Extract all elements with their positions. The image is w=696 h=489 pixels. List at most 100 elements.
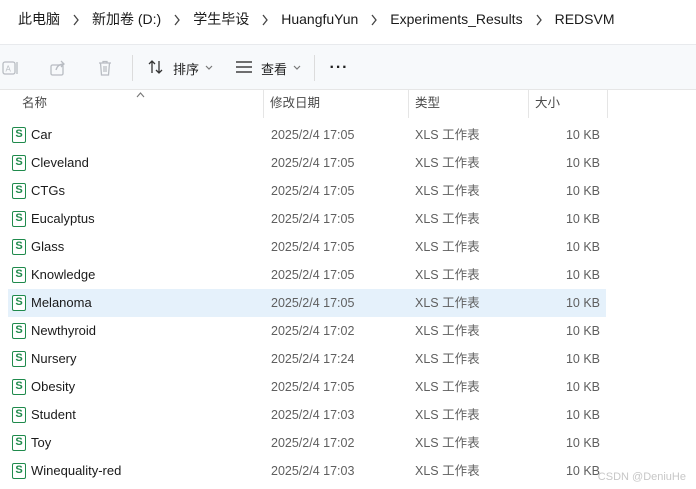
file-row[interactable]: S Melanoma 2025/2/4 17:05 XLS 工作表 10 KB	[8, 289, 606, 317]
file-name: Car	[31, 127, 52, 142]
xls-file-icon: S	[12, 463, 26, 479]
file-row[interactable]: S Winequality-red 2025/2/4 17:03 XLS 工作表 10 …	[8, 457, 606, 485]
view-button[interactable]: 查看	[234, 45, 302, 91]
file-date-modified: 2025/2/4 17:05	[271, 212, 355, 226]
chevron-down-icon	[205, 63, 213, 73]
xls-file-icon: S	[12, 379, 26, 395]
chevron-right-icon[interactable]	[62, 12, 90, 27]
delete-icon[interactable]	[93, 45, 117, 91]
file-size: 10 KB	[565, 268, 600, 282]
xls-file-icon: S	[12, 211, 26, 227]
file-row[interactable]: S Glass 2025/2/4 17:05 XLS 工作表 10 KB	[8, 233, 606, 261]
chevron-right-icon[interactable]	[163, 12, 191, 27]
file-type: XLS 工作表	[415, 296, 480, 310]
file-type: XLS 工作表	[415, 212, 480, 226]
file-size: 10 KB	[565, 436, 600, 450]
file-date-modified: 2025/2/4 17:05	[271, 240, 355, 254]
view-list-icon	[235, 60, 253, 77]
column-header-type[interactable]: 类型	[409, 90, 528, 118]
xls-file-icon: S	[12, 407, 26, 423]
breadcrumb-drive-d[interactable]: 新加卷 (D:)	[90, 9, 163, 29]
file-type: XLS 工作表	[415, 324, 480, 338]
file-type: XLS 工作表	[415, 464, 480, 478]
breadcrumb-folder-student[interactable]: 学生毕设	[191, 9, 251, 29]
sort-icon	[147, 59, 165, 78]
chevron-down-icon	[293, 63, 301, 73]
column-header-name[interactable]: 名称	[16, 90, 262, 118]
file-name: Obesity	[31, 379, 76, 394]
chevron-right-icon[interactable]	[251, 12, 279, 27]
xls-file-icon: S	[12, 155, 26, 171]
xls-file-icon: S	[12, 323, 26, 339]
watermark: CSDN @DeniuHe	[597, 471, 686, 483]
file-row[interactable]: S Student 2025/2/4 17:03 XLS 工作表 10 KB	[8, 401, 606, 429]
more-icon: ···	[329, 59, 349, 76]
xls-file-icon: S	[12, 435, 26, 451]
more-options-button[interactable]: ···	[324, 45, 354, 91]
file-type: XLS 工作表	[415, 240, 480, 254]
file-size: 10 KB	[565, 156, 600, 170]
file-row[interactable]: S Nursery 2025/2/4 17:24 XLS 工作表 10 KB	[8, 345, 606, 373]
svg-text:A: A	[6, 65, 12, 74]
xls-file-icon: S	[12, 127, 26, 143]
file-size: 10 KB	[565, 352, 600, 366]
xls-file-icon: S	[12, 239, 26, 255]
file-date-modified: 2025/2/4 17:05	[271, 380, 355, 394]
view-label: 查看	[260, 61, 287, 77]
file-type: XLS 工作表	[415, 436, 480, 450]
breadcrumb: 此电脑 新加卷 (D:) 学生毕设 HuangfuYun Experiments…	[0, 0, 696, 38]
file-name: Winequality-red	[31, 463, 122, 478]
file-name: Eucalyptus	[31, 211, 95, 226]
file-date-modified: 2025/2/4 17:03	[271, 464, 355, 478]
command-bar: A 排序 查看 ···	[0, 44, 696, 90]
toolbar-divider	[132, 55, 133, 81]
file-type: XLS 工作表	[415, 408, 480, 422]
file-name: Melanoma	[31, 295, 92, 310]
column-header-size[interactable]: 大小	[529, 90, 607, 118]
file-size: 10 KB	[565, 464, 600, 478]
file-size: 10 KB	[565, 240, 600, 254]
breadcrumb-folder-huangfuyun[interactable]: HuangfuYun	[279, 11, 360, 27]
file-row[interactable]: S Toy 2025/2/4 17:02 XLS 工作表 10 KB	[8, 429, 606, 457]
file-row[interactable]: S Cleveland 2025/2/4 17:05 XLS 工作表 10 KB	[8, 149, 606, 177]
file-date-modified: 2025/2/4 17:05	[271, 268, 355, 282]
xls-file-icon: S	[12, 267, 26, 283]
column-header-date[interactable]: 修改日期	[264, 90, 408, 118]
chevron-right-icon[interactable]	[525, 12, 553, 27]
file-date-modified: 2025/2/4 17:24	[271, 352, 355, 366]
xls-file-icon: S	[12, 295, 26, 311]
file-row[interactable]: S Eucalyptus 2025/2/4 17:05 XLS 工作表 10 KB	[8, 205, 606, 233]
file-name: CTGs	[31, 183, 65, 198]
file-type: XLS 工作表	[415, 128, 480, 142]
sort-button[interactable]: 排序	[146, 45, 214, 91]
file-row[interactable]: S Obesity 2025/2/4 17:05 XLS 工作表 10 KB	[8, 373, 606, 401]
file-name: Toy	[31, 435, 52, 450]
file-date-modified: 2025/2/4 17:02	[271, 436, 355, 450]
breadcrumb-this-pc[interactable]: 此电脑	[16, 9, 62, 29]
file-size: 10 KB	[565, 324, 600, 338]
rename-icon[interactable]: A	[0, 45, 22, 91]
xls-file-icon: S	[12, 351, 26, 367]
chevron-right-icon[interactable]	[360, 12, 388, 27]
file-size: 10 KB	[565, 296, 600, 310]
file-size: 10 KB	[565, 408, 600, 422]
file-name: Newthyroid	[31, 323, 97, 338]
file-size: 10 KB	[565, 128, 600, 142]
file-date-modified: 2025/2/4 17:05	[271, 184, 355, 198]
breadcrumb-folder-redsvm[interactable]: REDSVM	[553, 11, 617, 27]
file-name: Cleveland	[31, 155, 89, 170]
xls-file-icon: S	[12, 183, 26, 199]
file-row[interactable]: S Newthyroid 2025/2/4 17:02 XLS 工作表 10 KB	[8, 317, 606, 345]
file-type: XLS 工作表	[415, 184, 480, 198]
file-row[interactable]: S CTGs 2025/2/4 17:05 XLS 工作表 10 KB	[8, 177, 606, 205]
file-row[interactable]: S Knowledge 2025/2/4 17:05 XLS 工作表 10 KB	[8, 261, 606, 289]
breadcrumb-folder-experiments[interactable]: Experiments_Results	[388, 11, 524, 27]
column-resize-handle[interactable]	[607, 90, 608, 118]
file-row[interactable]: S Car 2025/2/4 17:05 XLS 工作表 10 KB	[8, 121, 606, 149]
file-name: Nursery	[31, 351, 77, 366]
share-icon[interactable]	[46, 45, 70, 91]
file-type: XLS 工作表	[415, 268, 480, 282]
toolbar-divider	[314, 55, 315, 81]
file-type: XLS 工作表	[415, 156, 480, 170]
file-size: 10 KB	[565, 184, 600, 198]
